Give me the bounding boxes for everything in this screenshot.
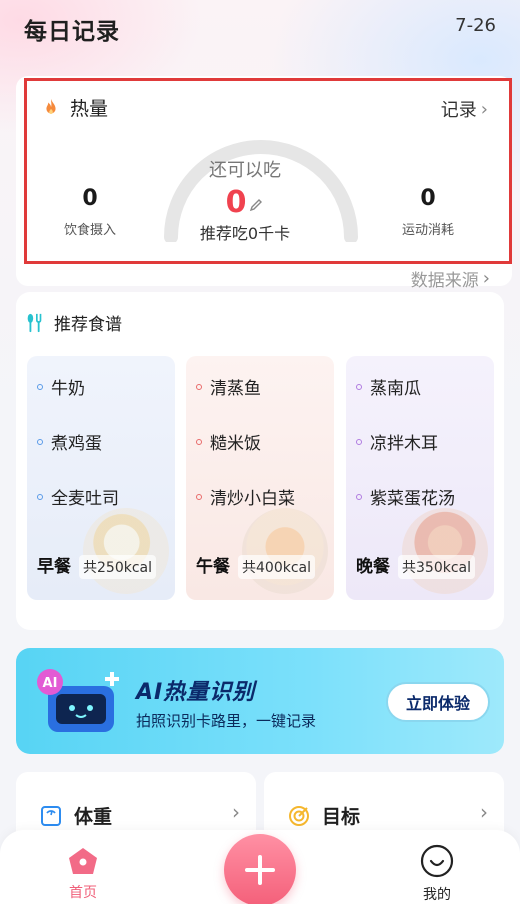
calorie-title: 热量 [70,98,109,120]
dinner-image [402,508,488,594]
flame-icon [46,98,56,114]
meal-item: 蒸南瓜 [356,374,421,399]
chevron-right-icon: › [482,268,490,289]
add-icon [245,855,275,885]
meal-breakfast[interactable]: 牛奶 煮鸡蛋 全麦吐司 早餐 共250kcal [27,356,175,600]
remaining-label: 还可以吃 [209,160,281,181]
meal-item: 糙米饭 [196,429,261,454]
data-source-link[interactable]: 数据来源 › [411,266,490,291]
record-label: 记录 [440,100,477,121]
meal-kcal: 共350kcal [398,555,475,579]
calorie-header: 热量 [40,94,108,121]
remaining-row[interactable]: 0 [140,184,350,220]
scale-icon [41,805,61,826]
intake-value: 0 [82,186,98,211]
chevron-right-icon: › [480,98,488,120]
data-source-label: 数据来源 [410,271,479,291]
meal-footer: 午餐 共400kcal [196,552,315,579]
burn-stat[interactable]: 0 运动消耗 [378,186,478,238]
nav-mine-label: 我的 [423,887,451,903]
recipe-header: 推荐食谱 [24,310,122,335]
lunch-image [242,508,328,594]
suggest-text: 推荐吃0千卡 [199,224,291,243]
weight-header: 体重 [40,802,112,829]
ai-subtitle: 拍照识别卡路里，一键记录 [136,712,317,730]
meal-dinner[interactable]: 蒸南瓜 凉拌木耳 紫菜蛋花汤 晚餐 共350kcal [346,356,494,600]
meal-item: 煮鸡蛋 [37,429,102,454]
remaining-value: 0 [225,184,247,220]
target-icon [289,805,309,826]
ai-badge: AI [43,676,58,691]
goal-title: 目标 [322,806,361,828]
home-icon [69,848,97,874]
burn-label: 运动消耗 [401,223,454,238]
meal-lunch[interactable]: 清蒸鱼 糙米饭 清炒小白菜 午餐 共400kcal [186,356,334,600]
recipe-card: 推荐食谱 牛奶 煮鸡蛋 全麦吐司 早餐 共250kcal 清蒸鱼 糙米饭 清炒小… [16,292,504,630]
intake-stat[interactable]: 0 饮食摄入 [40,186,140,238]
goal-header: 目标 [288,802,360,829]
top-bar: 每日记录 7-26 [0,0,520,56]
date-selector[interactable]: 7-26 [455,15,496,36]
edit-icon[interactable] [248,197,264,213]
chevron-right-icon: › [232,800,240,824]
gauge-center: 还可以吃 0 推荐吃0千卡 [140,78,350,244]
breakfast-image [83,508,169,594]
meal-item: 清炒小白菜 [196,484,295,509]
meal-name: 早餐 [37,557,71,577]
meal-item: 清蒸鱼 [196,374,261,399]
try-now-button[interactable]: 立即体验 [386,682,490,722]
meal-kcal: 共400kcal [238,555,315,579]
intake-label: 饮食摄入 [63,223,116,238]
meal-name: 午餐 [196,557,230,577]
meal-footer: 早餐 共250kcal [37,552,156,579]
recipe-title: 推荐食谱 [54,315,122,335]
ai-calorie-banner[interactable]: AI AI热量识别 拍照识别卡路里，一键记录 立即体验 [16,648,504,754]
meal-item: 牛奶 [37,374,85,399]
nav-mine[interactable]: 我的 [412,844,462,904]
meal-item: 全麦吐司 [37,484,119,509]
meal-name: 晚餐 [356,557,390,577]
nav-home-label: 首页 [69,885,97,901]
meal-footer: 晚餐 共350kcal [356,552,475,579]
meal-kcal: 共250kcal [79,555,156,579]
meal-item: 凉拌木耳 [356,429,438,454]
burn-value: 0 [420,186,436,211]
page-title: 每日记录 [24,19,120,45]
record-link[interactable]: 记录 › [441,96,488,122]
profile-icon [420,844,454,878]
add-button[interactable] [224,834,296,904]
ai-title: AI热量识别 [136,680,256,705]
robot-icon: AI [37,669,119,732]
nav-home[interactable]: 首页 [58,846,108,902]
meal-item: 紫菜蛋花汤 [356,484,455,509]
utensils-icon [27,313,42,332]
chevron-right-icon: › [480,800,488,824]
weight-title: 体重 [74,806,113,828]
